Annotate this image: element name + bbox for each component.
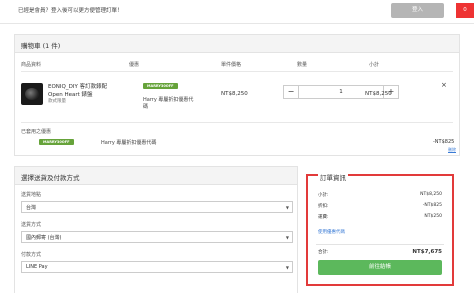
applied-promos-label: 已套用之優惠	[21, 129, 52, 135]
product-name-line2[interactable]: Open Heart 錶盤	[48, 90, 93, 98]
col-quantity: 數量	[297, 62, 308, 68]
checkout-button[interactable]: 前往結帳	[318, 260, 442, 275]
cart-header: 購物車 (1 件)	[15, 35, 459, 53]
applied-promo-name: Harry 專屬折扣優惠代碼	[101, 140, 157, 146]
col-product: 商品資料	[21, 62, 42, 68]
chevron-down-icon: ▼	[285, 265, 289, 270]
member-bar: 已經是會員？登入後可以更方便管理訂單！ 登入 0	[0, 0, 474, 24]
col-offer: 優惠	[129, 62, 140, 68]
product-name-line1[interactable]: EONIQ_DIY 客訂款錶配	[48, 82, 107, 90]
divider	[21, 122, 453, 123]
payment-select[interactable]: LINE Pay ▼	[21, 261, 293, 273]
promo-badge: MARRY30OFF	[143, 83, 178, 89]
region-label: 送貨地點	[21, 192, 42, 198]
divider	[21, 71, 453, 72]
summary-title: 訂單資訊	[318, 172, 348, 182]
product-subtitle: 款式限量	[48, 99, 66, 104]
summary-subtotal-value: NT$8,250	[420, 192, 442, 197]
member-note: 已經是會員？登入後可以更方便管理訂單！	[18, 8, 123, 14]
payment-label: 付款方式	[21, 252, 42, 258]
qty-minus-button[interactable]: −	[284, 86, 298, 98]
total-value: NT$7,675	[412, 249, 442, 255]
method-select[interactable]: 國內郵寄 (台灣) ▼	[21, 231, 293, 243]
summary-shipping-value: NT$250	[424, 214, 442, 219]
applied-promo-badge: MARRY30OFF	[39, 139, 74, 145]
region-select[interactable]: 台灣 ▼	[21, 201, 293, 213]
remove-item-icon[interactable]: ×	[441, 81, 447, 89]
method-label: 送貨方式	[21, 222, 42, 228]
item-subtotal: NT$8,250	[365, 91, 392, 97]
shipping-panel: 選擇送貨及付款方式 送貨地點 台灣 ▼ 送貨方式 國內郵寄 (台灣) ▼ 付款方…	[14, 166, 298, 293]
shipping-title: 選擇送貨及付款方式	[21, 174, 80, 182]
shipping-header: 選擇送貨及付款方式	[15, 167, 297, 185]
cart-title: 購物車 (1 件)	[21, 42, 61, 50]
summary-discount-value: -NT$825	[422, 203, 442, 208]
cart-panel: 購物車 (1 件) 商品資料 優惠 單件價格 數量 小計 EONIQ_DIY 客…	[14, 34, 460, 156]
payment-value: LINE Pay	[26, 264, 48, 270]
summary-subtotal-label: 小計:	[318, 193, 329, 198]
method-value: 國內郵寄 (台灣)	[26, 235, 62, 241]
col-subtotal: 小計	[369, 62, 380, 68]
offer-text-line1: Harry 專屬折扣優惠代	[143, 97, 194, 103]
summary-shipping-label: 運費:	[318, 215, 329, 220]
divider	[316, 244, 444, 245]
col-unit-price: 單件價格	[221, 62, 242, 68]
delete-promo-link[interactable]: 刪除	[448, 147, 456, 153]
total-label: 合計:	[318, 250, 329, 255]
watch-image	[25, 88, 39, 100]
chevron-down-icon: ▼	[285, 205, 289, 210]
chevron-down-icon: ▼	[285, 235, 289, 240]
product-thumbnail[interactable]	[21, 83, 43, 105]
region-value: 台灣	[26, 205, 37, 211]
cart-count-badge[interactable]: 0	[456, 3, 474, 18]
login-button[interactable]: 登入	[391, 3, 444, 18]
offer-text-line2: 碼	[143, 104, 149, 110]
order-summary: 小計: NT$8,250 折扣: -NT$825 運費: NT$250 使用優惠…	[306, 174, 454, 286]
coupon-link[interactable]: 使用優惠代碼	[318, 229, 345, 235]
unit-price: NT$8,250	[221, 91, 248, 97]
applied-promo-amount: -NT$825	[433, 139, 455, 145]
summary-discount-label: 折扣:	[318, 204, 329, 209]
